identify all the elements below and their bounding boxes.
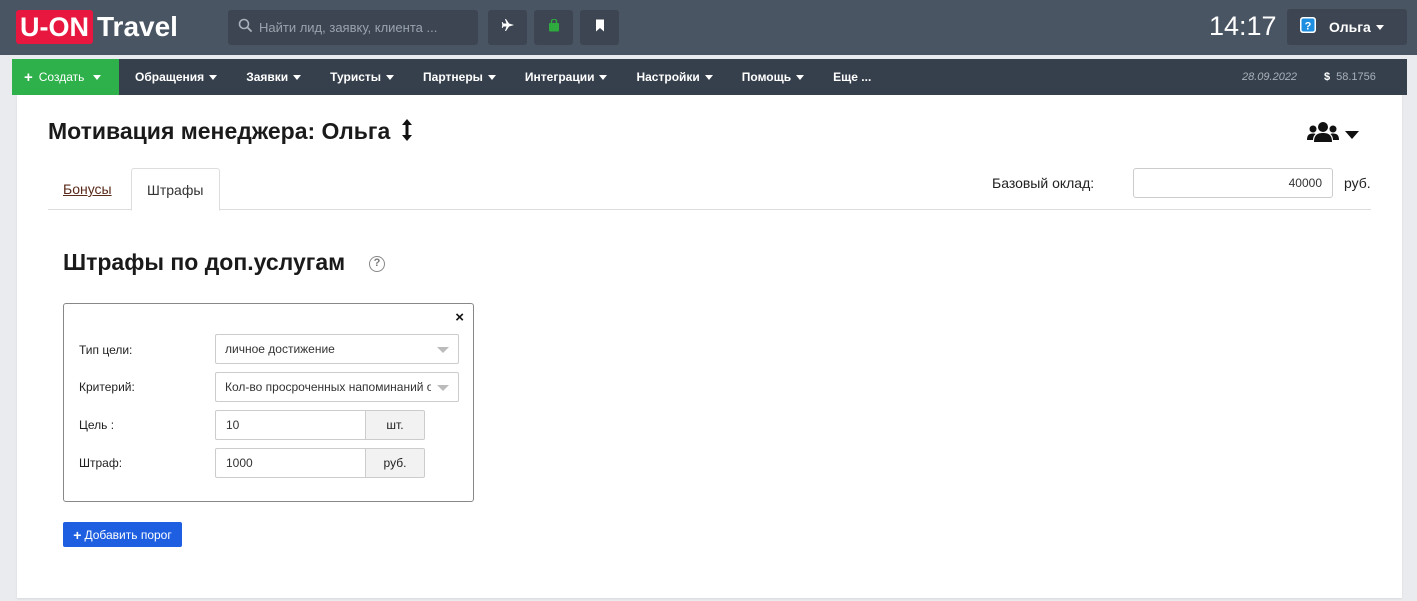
- help-icon[interactable]: ?: [1299, 16, 1317, 39]
- create-button[interactable]: + Создать: [12, 59, 119, 95]
- app-logo[interactable]: U-ON Travel: [16, 10, 178, 44]
- fine-unit: руб.: [365, 448, 425, 478]
- nav-label: Помощь: [741, 70, 792, 84]
- nav-label: Обращения: [135, 70, 205, 84]
- chevron-down-icon: [93, 74, 102, 80]
- base-salary-input[interactable]: [1133, 168, 1333, 198]
- close-icon[interactable]: ×: [455, 309, 464, 326]
- threshold-box: × Тип цели: личное достижение Критерий: …: [63, 303, 474, 502]
- target-unit: шт.: [365, 410, 425, 440]
- page-title-text: Мотивация менеджера: Ольга: [48, 118, 391, 145]
- nav-label: Настройки: [636, 70, 700, 84]
- managers-switch-button[interactable]: [1307, 121, 1359, 148]
- chevron-down-icon: [209, 74, 218, 80]
- nav-label: Партнеры: [423, 70, 483, 84]
- fine-input[interactable]: [215, 448, 366, 478]
- nav-label: Заявки: [246, 70, 289, 84]
- search-icon: [238, 18, 252, 37]
- goal-type-value: личное достижение: [225, 342, 335, 356]
- logo-mark: U-ON: [16, 10, 93, 44]
- target-label: Цель :: [79, 418, 115, 432]
- logo-text: Travel: [97, 11, 178, 42]
- nav-label: Туристы: [330, 70, 382, 84]
- add-threshold-button[interactable]: + Добавить порог: [63, 522, 182, 547]
- tab-fines[interactable]: Штрафы: [131, 168, 220, 211]
- criterion-value: Кол-во просроченных напоминаний о: [225, 380, 431, 394]
- fine-label: Штраф:: [79, 456, 123, 470]
- nav-item-more[interactable]: Еще ...: [820, 59, 884, 95]
- resize-vertical-icon[interactable]: [401, 118, 413, 148]
- user-menu-button[interactable]: ? Ольга: [1287, 9, 1407, 45]
- tab-bonuses[interactable]: Бонусы: [48, 168, 127, 210]
- nav-item-requests[interactable]: Обращения: [122, 59, 230, 95]
- plus-icon: +: [73, 526, 82, 543]
- goal-type-label: Тип цели:: [79, 343, 133, 357]
- question-circle-icon[interactable]: ?: [369, 256, 385, 272]
- create-label: Создать: [38, 70, 85, 84]
- chevron-down-icon: [704, 74, 713, 80]
- section-title: Штрафы по доп.услугам: [63, 249, 346, 275]
- chevron-down-icon: [437, 385, 449, 391]
- chevron-down-icon: [1375, 24, 1384, 30]
- criterion-select[interactable]: Кол-во просроченных напоминаний о: [215, 372, 459, 402]
- airplane-icon: [501, 18, 515, 37]
- chevron-down-icon: [487, 74, 496, 80]
- clock: 14:17: [1209, 11, 1277, 41]
- add-threshold-label: Добавить порог: [84, 527, 172, 542]
- chevron-down-icon: [386, 74, 395, 80]
- bag-icon: [548, 17, 560, 37]
- page-title: Мотивация менеджера: Ольга: [48, 118, 413, 148]
- base-salary-unit: руб.: [1344, 175, 1371, 191]
- chevron-down-icon: [293, 74, 302, 80]
- chevron-down-icon: [599, 74, 608, 80]
- chevron-down-icon: [1345, 130, 1359, 139]
- top-bar: U-ON Travel 14:17 ? Ольга: [0, 0, 1417, 55]
- nav-item-settings[interactable]: Настройки: [623, 59, 725, 95]
- flights-button[interactable]: [488, 10, 527, 45]
- base-salary-label: Базовый оклад:: [992, 175, 1095, 191]
- dollar-icon: $: [1324, 71, 1331, 83]
- bookmarks-button[interactable]: [580, 10, 619, 45]
- bookmark-icon: [595, 19, 605, 37]
- svg-text:?: ?: [1305, 20, 1312, 32]
- goal-type-select[interactable]: личное достижение: [215, 334, 459, 364]
- nav-item-help[interactable]: Помощь: [729, 59, 817, 95]
- nav-label: Еще ...: [833, 70, 872, 84]
- nav-item-partners[interactable]: Партнеры: [410, 59, 509, 95]
- plus-icon: +: [24, 68, 33, 86]
- main-nav: + Создать Обращения Заявки Туристы Партн…: [12, 59, 1407, 95]
- nav-item-orders[interactable]: Заявки: [233, 59, 314, 95]
- nav-item-tourists[interactable]: Туристы: [317, 59, 407, 95]
- chevron-down-icon: [796, 74, 805, 80]
- current-date: 28.09.2022: [1242, 71, 1298, 83]
- currency-rate[interactable]: $58.1756: [1324, 59, 1376, 95]
- nav-item-integrations[interactable]: Интеграции: [512, 59, 621, 95]
- content-card: Мотивация менеджера: Ольга Бонусы Штрафы…: [17, 95, 1402, 598]
- target-input[interactable]: [215, 410, 366, 440]
- user-name: Ольга: [1329, 19, 1371, 35]
- criterion-label: Критерий:: [79, 380, 135, 394]
- global-search[interactable]: [228, 10, 478, 45]
- nav-label: Интеграции: [524, 70, 595, 84]
- search-input[interactable]: [259, 20, 469, 35]
- users-group-icon: [1307, 121, 1339, 148]
- tours-button[interactable]: [534, 10, 573, 45]
- rate-value: 58.1756: [1336, 71, 1376, 83]
- chevron-down-icon: [437, 347, 449, 353]
